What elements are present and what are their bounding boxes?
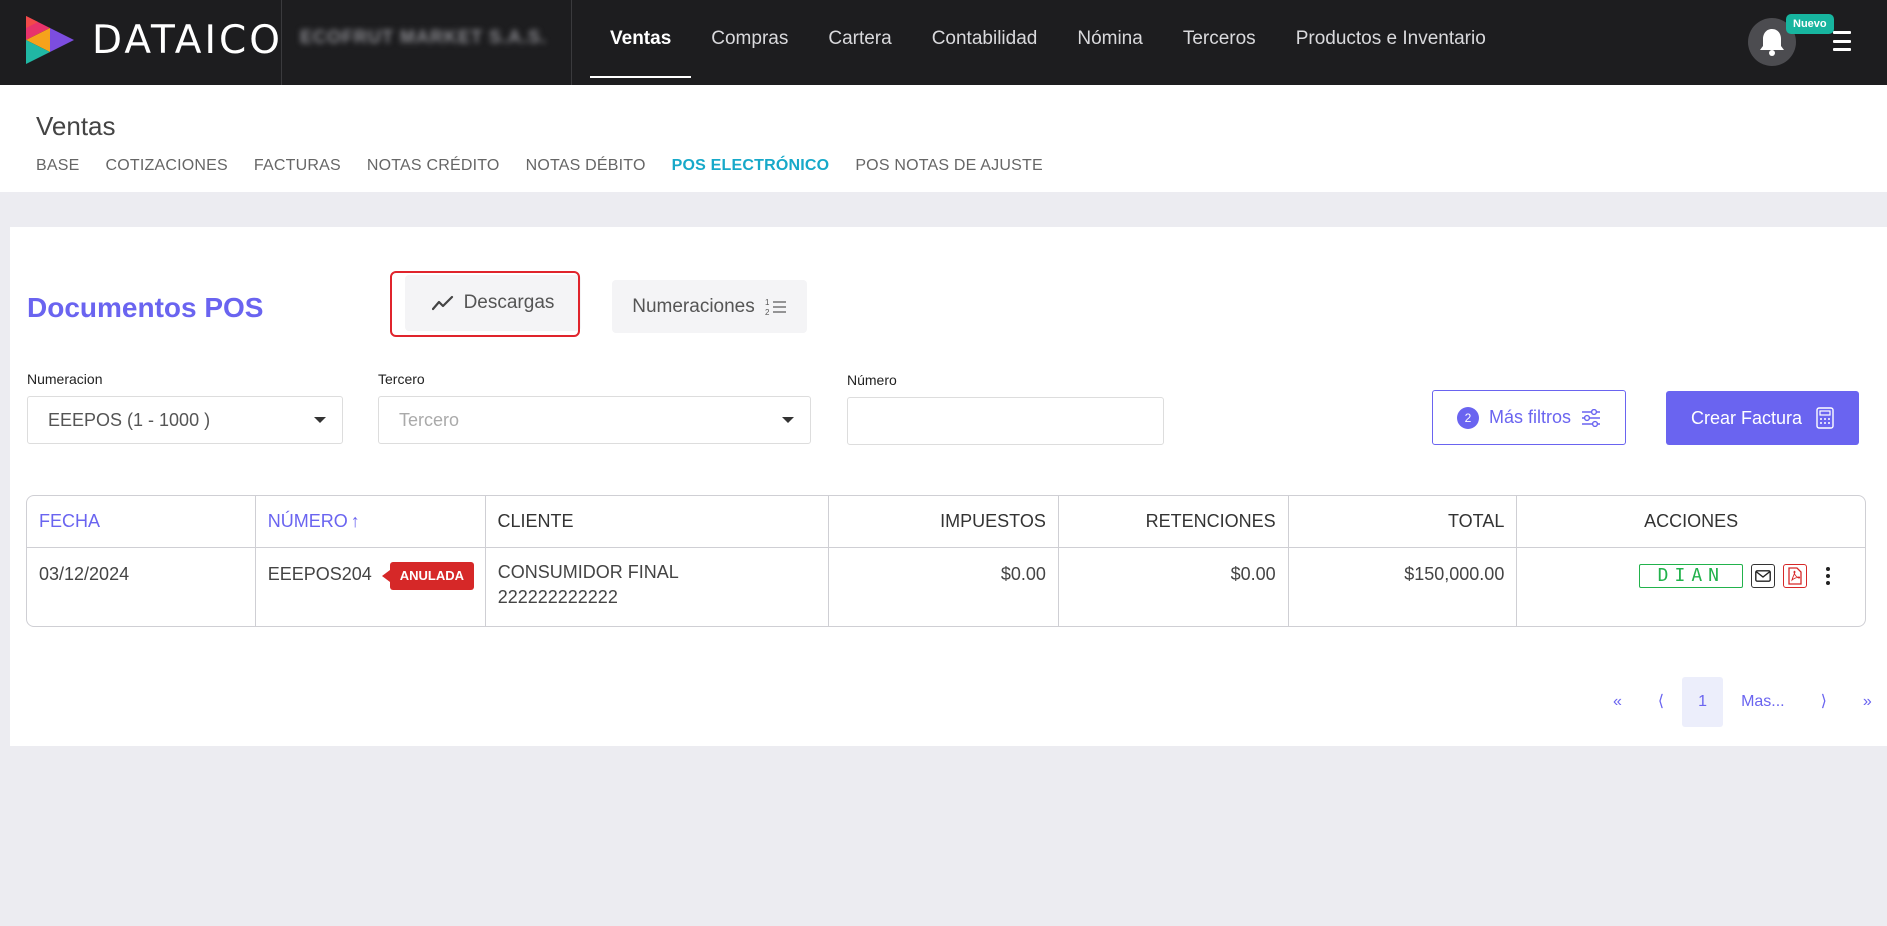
tercero-placeholder: Tercero	[399, 410, 460, 430]
trend-chart-icon	[431, 295, 453, 311]
numeracion-select[interactable]: EEEPOS (1 - 1000 )	[27, 396, 343, 444]
page-last[interactable]: »	[1845, 677, 1887, 727]
documents-table: FECHA NÚMERO ↑ CLIENTE IMPUESTOS RETENCI…	[26, 495, 1866, 627]
crear-factura-button[interactable]: Crear Factura	[1666, 391, 1859, 445]
more-options-icon[interactable]	[1821, 564, 1835, 588]
caret-down-icon	[782, 417, 794, 423]
numeracion-value: EEEPOS (1 - 1000 )	[48, 410, 211, 430]
header-impuestos: IMPUESTOS	[829, 496, 1059, 547]
nav-item-nomina[interactable]: Nómina	[1057, 0, 1162, 78]
header-acciones: ACCIONES	[1644, 511, 1739, 531]
nav-item-contabilidad[interactable]: Contabilidad	[912, 0, 1058, 78]
nav-item-terceros[interactable]: Terceros	[1163, 0, 1276, 78]
page-prev[interactable]: ⟨	[1640, 677, 1682, 727]
tercero-label: Tercero	[378, 371, 425, 387]
pagination: « ⟨ 1 Mas... ⟩ »	[1595, 677, 1887, 727]
tab-cotizaciones[interactable]: COTIZACIONES	[106, 157, 228, 175]
nav-item-productos-inventario[interactable]: Productos e Inventario	[1276, 0, 1506, 78]
client-id: 222222222222	[497, 587, 618, 607]
header-total: TOTAL	[1289, 496, 1518, 547]
main-nav: Ventas Compras Cartera Contabilidad Nómi…	[590, 0, 1506, 85]
tab-facturas[interactable]: FACTURAS	[254, 157, 341, 175]
numero-label: Número	[847, 372, 897, 388]
cell-retenciones: $0.00	[1059, 548, 1289, 626]
documents-card: Documentos POS Descargas Numeraciones 1 …	[10, 227, 1887, 746]
svg-text:2: 2	[765, 308, 770, 317]
crear-factura-label: Crear Factura	[1690, 407, 1803, 428]
cell-total: $150,000.00	[1289, 548, 1518, 626]
cell-fecha: 03/12/2024	[27, 548, 256, 626]
caret-down-icon	[314, 417, 326, 423]
subtabs: BASE COTIZACIONES FACTURAS NOTAS CRÉDITO…	[36, 157, 1043, 175]
nav-item-compras[interactable]: Compras	[691, 0, 808, 78]
tab-pos-electronico[interactable]: POS ELECTRÓNICO	[672, 157, 830, 175]
numeraciones-label: Numeraciones	[632, 295, 755, 317]
sort-asc-icon: ↑	[350, 511, 360, 531]
hamburger-menu-icon[interactable]	[1830, 28, 1854, 54]
calculator-icon	[1816, 407, 1834, 429]
dian-button[interactable]: DIAN	[1639, 564, 1744, 588]
table-row: 03/12/2024 EEEPOS204 ANULADA CONSUMIDOR …	[27, 544, 1865, 626]
svg-text:1: 1	[765, 298, 770, 307]
header-fecha[interactable]: FECHA	[27, 496, 256, 547]
email-icon[interactable]	[1751, 564, 1776, 588]
numeracion-label: Numeracion	[27, 371, 103, 387]
page-next[interactable]: ⟩	[1803, 677, 1845, 727]
tab-notas-debito[interactable]: NOTAS DÉBITO	[526, 157, 646, 175]
pdf-icon[interactable]	[1783, 564, 1808, 588]
client-name: CONSUMIDOR FINAL	[497, 562, 679, 582]
status-badge: ANULADA	[381, 562, 475, 590]
cell-numero: EEEPOS204 ANULADA	[256, 548, 486, 626]
cell-impuestos: $0.00	[829, 548, 1059, 626]
tercero-select[interactable]: Tercero	[378, 396, 811, 444]
table-header-row: FECHA NÚMERO ↑ CLIENTE IMPUESTOS RETENCI…	[27, 496, 1865, 548]
document-number[interactable]: EEEPOS204	[268, 564, 372, 626]
descargas-button[interactable]: Descargas	[405, 275, 581, 331]
cell-cliente: CONSUMIDOR FINAL 222222222222	[486, 544, 830, 626]
page-current[interactable]: 1	[1682, 677, 1724, 727]
nav-item-ventas[interactable]: Ventas	[590, 0, 692, 78]
nav-item-cartera[interactable]: Cartera	[808, 0, 911, 78]
numbered-list-icon: 1 2	[765, 298, 786, 317]
cell-acciones: DIAN	[1517, 548, 1865, 626]
header-retenciones: RETENCIONES	[1059, 496, 1289, 547]
mas-filtros-label: Más filtros	[1488, 407, 1571, 427]
tab-pos-notas-ajuste[interactable]: POS NOTAS DE AJUSTE	[855, 157, 1043, 175]
company-name: ECOFRUT MARKET S.A.S.	[300, 27, 548, 47]
brand-name: DATAICO	[92, 18, 283, 63]
descargas-label: Descargas	[463, 292, 555, 313]
divider	[281, 0, 282, 85]
mas-filtros-button[interactable]: 2 Más filtros	[1432, 390, 1626, 445]
top-navbar: DATAICO ECOFRUT MARKET S.A.S. Ventas Com…	[0, 0, 1887, 85]
page-more[interactable]: Mas...	[1723, 677, 1803, 727]
numero-input[interactable]	[847, 397, 1164, 445]
page-first[interactable]: «	[1595, 677, 1640, 727]
header-cliente: CLIENTE	[486, 496, 830, 547]
header-numero-label: NÚMERO	[267, 511, 348, 531]
divider	[571, 0, 572, 85]
page-title: Documentos POS	[27, 292, 264, 323]
dataico-logo[interactable]	[24, 14, 76, 66]
sliders-icon	[1582, 408, 1600, 427]
tab-notas-credito[interactable]: NOTAS CRÉDITO	[367, 157, 500, 175]
filter-count-badge: 2	[1456, 406, 1479, 429]
bell-icon	[1760, 29, 1784, 56]
section-header: Ventas BASE COTIZACIONES FACTURAS NOTAS …	[0, 85, 1887, 192]
section-title: Ventas	[36, 111, 116, 141]
header-numero[interactable]: NÚMERO ↑	[256, 496, 486, 547]
new-badge: Nuevo	[1786, 14, 1834, 34]
numeraciones-button[interactable]: Numeraciones 1 2	[612, 280, 807, 333]
tab-base[interactable]: BASE	[36, 157, 80, 175]
